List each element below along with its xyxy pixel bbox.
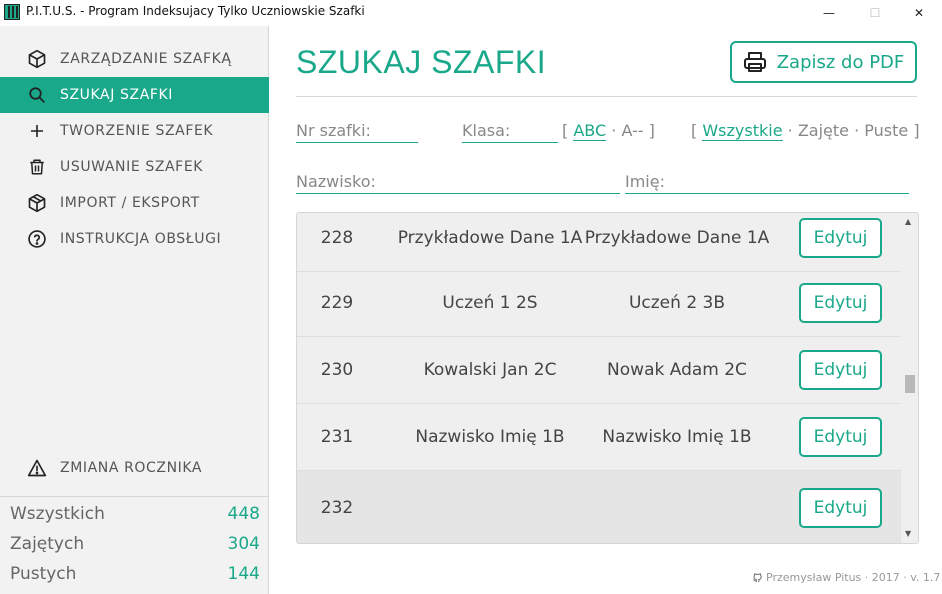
sidebar-item-label: ZMIANA ROCZNIKA bbox=[60, 460, 203, 476]
separator: · bbox=[787, 121, 793, 140]
status-all-option[interactable]: Wszystkie bbox=[702, 121, 783, 141]
locker-number: 229 bbox=[320, 293, 354, 313]
sidebar-item-label: INSTRUKCJA OBSŁUGI bbox=[60, 231, 222, 247]
footer: Przemysław Pitus · 2017 · v. 1.7 bbox=[752, 571, 940, 584]
scroll-down-arrow-icon[interactable]: ▼ bbox=[905, 529, 911, 538]
edit-button[interactable]: Edytuj bbox=[799, 283, 882, 323]
app-logo-icon bbox=[4, 4, 20, 20]
sidebar: ZARZĄDZANIE SZAFKĄ SZUKAJ SZAFKI TWORZEN… bbox=[0, 26, 269, 594]
table-row: 228 Przykładowe Dane 1A Przykładowe Dane… bbox=[297, 213, 901, 272]
box-icon bbox=[26, 48, 48, 70]
sort-abc-option[interactable]: ABC bbox=[573, 121, 607, 141]
first-name-field[interactable] bbox=[625, 170, 909, 194]
stat-value: 144 bbox=[227, 564, 260, 584]
stat-value: 448 bbox=[227, 504, 260, 524]
maximize-button[interactable]: ☐ bbox=[852, 0, 898, 26]
search-icon bbox=[26, 84, 48, 106]
sort-class-option[interactable]: A-- bbox=[621, 121, 643, 140]
bracket: ] bbox=[913, 121, 920, 140]
locker-number-field[interactable] bbox=[296, 119, 418, 143]
table-scrollbar[interactable]: ▲ ▼ bbox=[901, 213, 918, 543]
sidebar-item-delete-lockers[interactable]: USUWANIE SZAFEK bbox=[0, 149, 269, 185]
student-2: Nowak Adam 2C bbox=[607, 360, 747, 380]
title-divider bbox=[296, 96, 917, 97]
locker-stats: Wszystkich 448 Zajętych 304 Pustych 144 bbox=[0, 496, 269, 589]
table-row: 232 Edytuj bbox=[297, 471, 901, 543]
window-title: P.I.T.U.S. - Program Indeksujacy Tylko U… bbox=[26, 4, 365, 18]
locker-number: 230 bbox=[320, 360, 354, 380]
sidebar-item-manual[interactable]: INSTRUKCJA OBSŁUGI bbox=[0, 221, 269, 257]
table-row: 230 Kowalski Jan 2C Nowak Adam 2C Edytuj bbox=[297, 337, 901, 404]
warning-icon bbox=[26, 457, 48, 479]
table-row: 231 Nazwisko Imię 1B Nazwisko Imię 1B Ed… bbox=[297, 404, 901, 471]
printer-icon bbox=[743, 50, 767, 74]
lockers-table: 228 Przykładowe Dane 1A Przykładowe Dane… bbox=[296, 212, 919, 544]
close-button[interactable]: ✕ bbox=[896, 0, 942, 26]
page-title: SZUKAJ SZAFKI bbox=[296, 44, 547, 80]
locker-number-input[interactable] bbox=[296, 119, 418, 141]
locker-number: 231 bbox=[320, 427, 354, 447]
scroll-thumb[interactable] bbox=[905, 375, 915, 393]
package-icon bbox=[26, 192, 48, 214]
class-field[interactable] bbox=[462, 119, 558, 143]
edit-button[interactable]: Edytuj bbox=[799, 417, 882, 457]
help-circle-icon bbox=[26, 228, 48, 250]
student-1: Uczeń 1 2S bbox=[442, 293, 538, 313]
edit-button[interactable]: Edytuj bbox=[799, 488, 882, 528]
bracket: ] bbox=[648, 121, 655, 140]
surname-input[interactable] bbox=[296, 170, 620, 192]
bracket: [ bbox=[562, 121, 569, 140]
status-empty-option[interactable]: Puste bbox=[864, 121, 908, 140]
stat-all: Wszystkich 448 bbox=[0, 499, 269, 529]
sidebar-item-create-lockers[interactable]: TWORZENIE SZAFEK bbox=[0, 113, 269, 149]
sidebar-item-label: ZARZĄDZANIE SZAFKĄ bbox=[60, 51, 232, 67]
edit-button[interactable]: Edytuj bbox=[799, 350, 882, 390]
scroll-up-arrow-icon[interactable]: ▲ bbox=[905, 217, 911, 226]
save-pdf-button[interactable]: Zapisz do PDF bbox=[730, 41, 917, 83]
sort-filter: [ ABC · A-- ] bbox=[562, 121, 655, 141]
table-row: 229 Uczeń 1 2S Uczeń 2 3B Edytuj bbox=[297, 270, 901, 337]
stat-empty: Pustych 144 bbox=[0, 559, 269, 589]
edit-button[interactable]: Edytuj bbox=[799, 218, 882, 258]
stat-taken: Zajętych 304 bbox=[0, 529, 269, 559]
status-filter: [ Wszystkie · Zajęte · Puste ] bbox=[691, 121, 920, 141]
sidebar-item-label: TWORZENIE SZAFEK bbox=[60, 123, 214, 139]
sidebar-item-search-locker[interactable]: SZUKAJ SZAFKI bbox=[0, 77, 269, 113]
sidebar-item-label: IMPORT / EKSPORT bbox=[60, 195, 200, 211]
stat-label: Wszystkich bbox=[10, 504, 105, 524]
sidebar-item-import-export[interactable]: IMPORT / EKSPORT bbox=[0, 185, 269, 221]
status-taken-option[interactable]: Zajęte bbox=[798, 121, 849, 140]
stat-value: 304 bbox=[227, 534, 260, 554]
class-input[interactable] bbox=[462, 119, 558, 141]
student-2: Nazwisko Imię 1B bbox=[602, 427, 752, 447]
github-icon[interactable] bbox=[752, 572, 763, 583]
student-1: Przykładowe Dane 1A bbox=[397, 228, 583, 248]
footer-credits: Przemysław Pitus · 2017 · v. 1.7 bbox=[766, 571, 941, 584]
sidebar-item-label: SZUKAJ SZAFKI bbox=[60, 87, 174, 103]
sidebar-item-manage-locker[interactable]: ZARZĄDZANIE SZAFKĄ bbox=[0, 41, 269, 77]
stat-label: Pustych bbox=[10, 564, 77, 584]
student-2: Przykładowe Dane 1A bbox=[584, 228, 770, 248]
bracket: [ bbox=[691, 121, 698, 140]
locker-number: 228 bbox=[320, 228, 354, 248]
stat-label: Zajętych bbox=[10, 534, 85, 554]
student-1: Nazwisko Imię 1B bbox=[415, 427, 565, 447]
surname-field[interactable] bbox=[296, 170, 620, 194]
locker-number: 232 bbox=[320, 498, 354, 518]
first-name-input[interactable] bbox=[625, 170, 909, 192]
student-1: Kowalski Jan 2C bbox=[423, 360, 557, 380]
student-2: Uczeń 2 3B bbox=[628, 293, 726, 313]
separator: · bbox=[854, 121, 860, 140]
sidebar-item-year-change[interactable]: ZMIANA ROCZNIKA bbox=[0, 450, 269, 486]
minimize-button[interactable]: — bbox=[806, 0, 852, 26]
separator: · bbox=[611, 121, 617, 140]
title-bar: P.I.T.U.S. - Program Indeksujacy Tylko U… bbox=[0, 0, 942, 26]
plus-icon bbox=[26, 120, 48, 142]
sidebar-item-label: USUWANIE SZAFEK bbox=[60, 159, 204, 175]
trash-icon bbox=[26, 156, 48, 178]
save-pdf-label: Zapisz do PDF bbox=[776, 51, 905, 73]
